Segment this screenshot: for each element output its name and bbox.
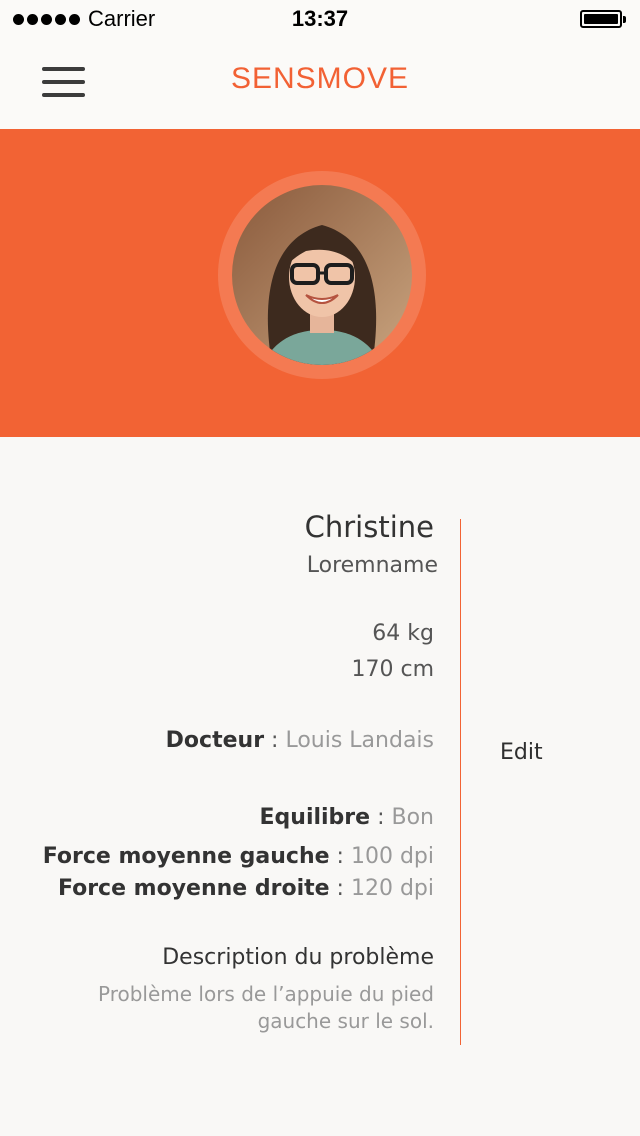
balance-row: Equilibre : Bon [259,805,435,830]
vertical-divider [460,519,461,1045]
app-title: SENSMOVE [230,62,410,95]
description-line-1: Problème lors de l’appuie du pied [97,982,434,1006]
doctor-value: Louis Landais [285,728,434,753]
force-right-value: 120 dpi [350,876,434,901]
force-right-label: Force moyenne droite [57,876,330,901]
avatar [232,185,412,365]
description-line-2: gauche sur le sol. [257,1009,434,1033]
force-right-row: Force moyenne droite : 120 dpi [57,876,434,901]
navigation-bar: SENSMOVE [0,40,640,129]
doctor-row: Docteur : Louis Landais [165,728,434,753]
avatar-ring [218,171,426,379]
force-left-value: 100 dpi [350,844,434,869]
status-bar: Carrier 13:37 [0,0,640,40]
balance-label: Equilibre [259,805,371,830]
doctor-label: Docteur [165,728,265,753]
status-time: 13:37 [291,6,349,31]
profile-last-name: Loremname [306,553,438,578]
profile-header [0,129,640,437]
profile-height: 170 cm [351,657,434,682]
battery-icon [580,10,626,28]
edit-button[interactable]: Edit [500,740,543,765]
balance-value: Bon [391,805,435,830]
profile-first-name: Christine [304,510,434,544]
profile-weight: 64 kg [372,621,434,646]
force-left-label: Force moyenne gauche [42,844,330,869]
description-title: Description du problème [162,945,434,970]
force-left-row: Force moyenne gauche : 100 dpi [42,844,434,869]
